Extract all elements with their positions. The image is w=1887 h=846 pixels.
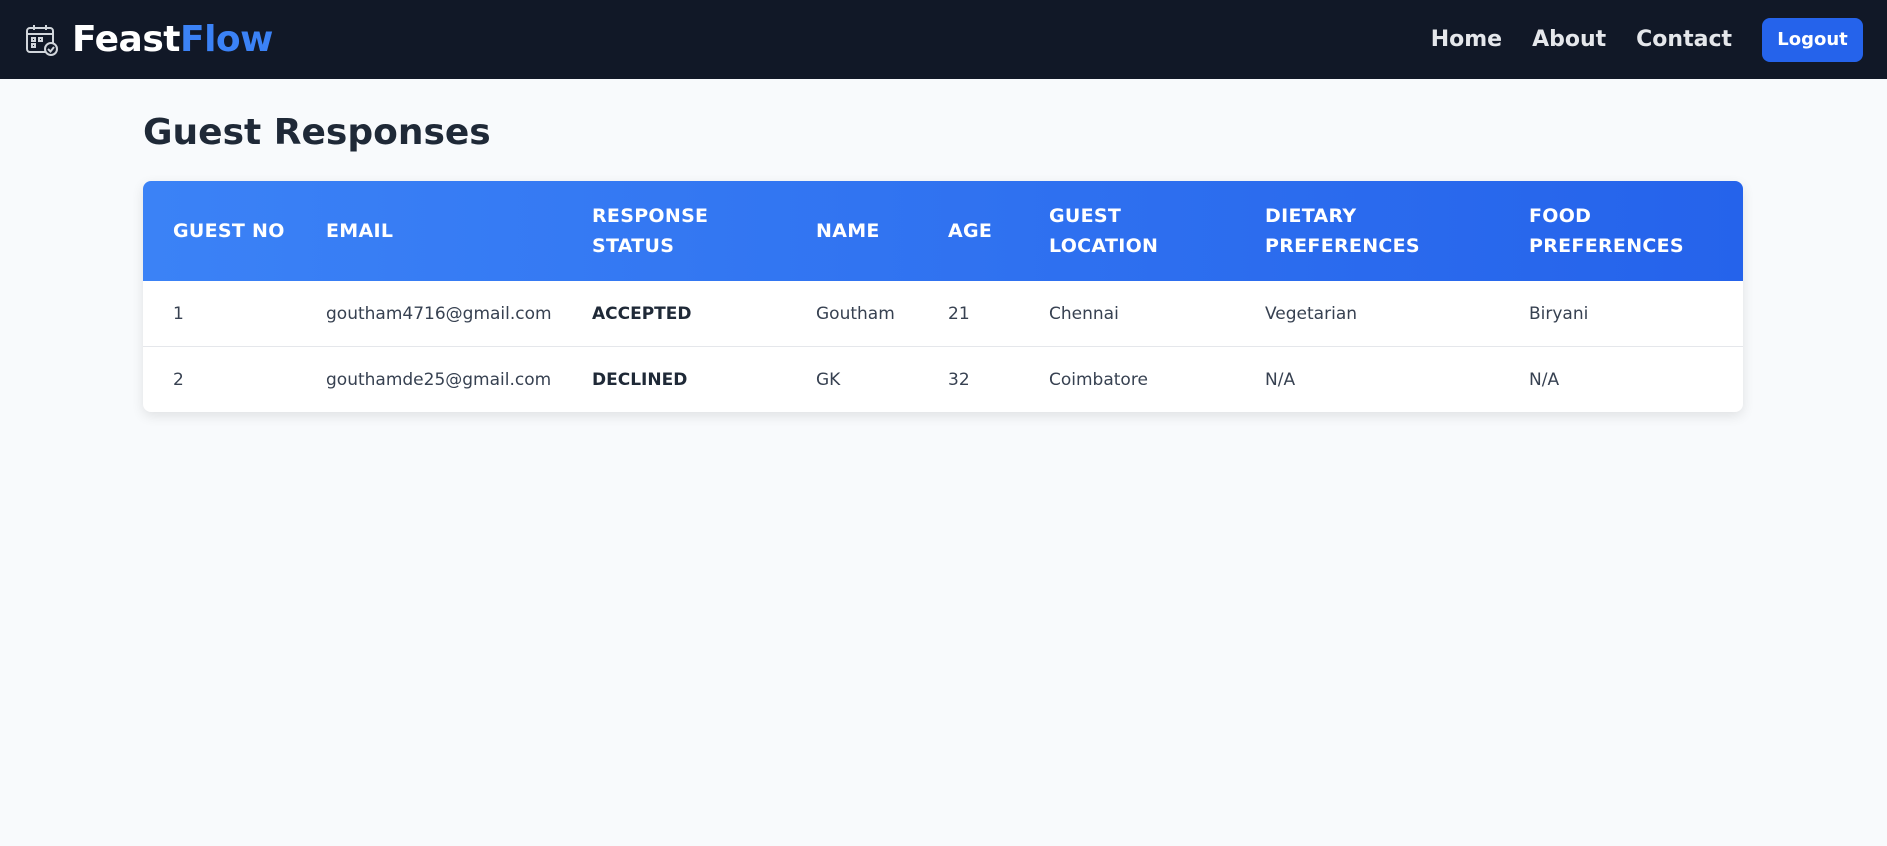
calendar-icon (24, 22, 60, 58)
cell-response-status: ACCEPTED (562, 281, 786, 348)
cell-dietary-preferences: Vegetarian (1235, 281, 1499, 348)
cell-age: 21 (918, 281, 1019, 348)
table-row: 2 gouthamde25@gmail.com DECLINED GK 32 C… (143, 347, 1743, 413)
cell-guest-no: 1 (143, 281, 296, 348)
main-content: Guest Responses GUEST NO EMAIL RESPONSE … (0, 79, 1887, 413)
cell-food-preferences: N/A (1529, 369, 1560, 390)
cell-food-preferences: Biryani (1499, 281, 1743, 348)
brand-name-part-2: Flow (179, 19, 273, 60)
col-header-guest-no: GUEST NO (173, 220, 285, 243)
cell-dietary-preferences: N/A (1265, 369, 1296, 390)
cell-response-status: DECLINED (592, 369, 688, 390)
brand-name-part-1: Feast (72, 19, 180, 60)
cell-guest-no: 2 (173, 369, 184, 390)
table-row: 1 goutham4716@gmail.com ACCEPTED Goutham… (143, 281, 1743, 348)
cell-email: gouthamde25@gmail.com (326, 369, 552, 390)
guest-responses-table-card: GUEST NO EMAIL RESPONSE STATUS NAME AGE … (143, 181, 1743, 413)
table-header-row: GUEST NO EMAIL RESPONSE STATUS NAME AGE … (143, 181, 1743, 282)
col-header-name: NAME (816, 220, 880, 243)
col-header-food-preferences: FOOD PREFERENCES (1529, 205, 1684, 258)
logout-button[interactable]: Logout (1762, 17, 1863, 62)
col-header-age: AGE (948, 220, 993, 243)
brand[interactable]: FeastFlow (24, 19, 273, 60)
col-header-response-status: RESPONSE STATUS (592, 205, 709, 258)
cell-guest-location: Chennai (1019, 281, 1235, 348)
cell-name: Goutham (786, 281, 918, 348)
nav-link-about[interactable]: About (1532, 27, 1606, 52)
guest-responses-table: GUEST NO EMAIL RESPONSE STATUS NAME AGE … (143, 181, 1743, 412)
cell-email: goutham4716@gmail.com (296, 281, 562, 348)
cell-guest-location: Coimbatore (1049, 369, 1148, 390)
brand-name: FeastFlow (72, 19, 273, 60)
col-header-email: EMAIL (326, 220, 394, 243)
nav-link-home[interactable]: Home (1431, 27, 1502, 52)
top-navbar: FeastFlow Home About Contact Logout (0, 0, 1887, 79)
cell-name: GK (816, 369, 841, 390)
col-header-guest-location: GUEST LOCATION (1049, 205, 1159, 258)
col-header-dietary-preferences: DIETARY PREFERENCES (1265, 205, 1420, 258)
nav-link-contact[interactable]: Contact (1636, 27, 1732, 52)
cell-age: 32 (948, 369, 970, 390)
nav-links: Home About Contact Logout (1401, 17, 1863, 62)
page-title: Guest Responses (143, 112, 491, 153)
